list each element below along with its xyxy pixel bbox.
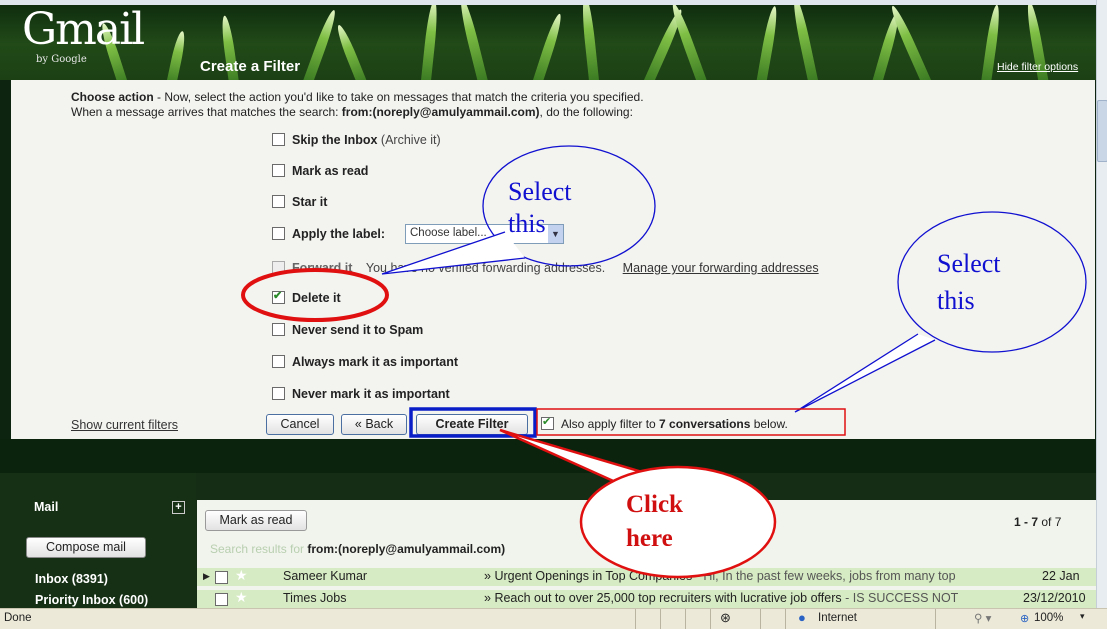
create-filter-button[interactable]: Create Filter [416,414,528,435]
delete-it-option[interactable]: Delete it [272,289,341,305]
star-it-option[interactable]: Star it [272,195,327,209]
sidebar-mail-heading: Mail [34,500,59,514]
annotation-2-line1: Select [937,249,1001,278]
mark-as-read-checkbox[interactable] [272,164,285,177]
row-sender: Sameer Kumar [283,569,368,583]
row-sender: Times Jobs [283,591,347,605]
apply-label-checkbox[interactable] [272,227,285,240]
row-checkbox[interactable] [215,593,228,606]
vertical-scrollbar[interactable] [1096,0,1107,608]
annotation-1-line1: Select [508,177,572,206]
table-row[interactable]: ★ Times Jobs » Reach out to over 25,000 … [197,589,1096,608]
gmail-logo: Gmail [22,4,145,55]
plus-icon[interactable]: + [172,501,185,514]
gmail-header [0,0,1096,80]
skip-inbox-option[interactable]: Skip the Inbox (Archive it) [272,133,441,147]
row-subject: » Urgent Openings in Top Companies - Hi,… [484,569,956,583]
gmail-logo-subtitle: by Google [36,54,87,65]
show-current-filters-link[interactable]: Show current filters [71,418,178,432]
row-checkbox[interactable] [215,571,228,584]
status-text: Done [4,612,32,624]
manage-forwarding-link[interactable]: Manage your forwarding addresses [623,261,819,275]
delete-it-checkbox[interactable] [272,289,285,304]
page-title: Create a Filter [200,58,301,75]
row-subject: » Reach out to over 25,000 top recruiter… [484,591,959,605]
annotation-2-line2: this [937,286,975,315]
zoom-dropdown-icon[interactable]: ▾ [1080,611,1085,622]
scrollbar-thumb[interactable] [1097,100,1107,162]
filter-intro: Choose action - Now, select the action y… [71,90,644,104]
back-button[interactable]: « Back [341,414,407,435]
row-date: 23/12/2010 [1023,591,1086,605]
forward-it-checkbox [272,261,285,274]
browser-top-strip [0,0,1096,5]
chevron-down-icon[interactable]: ▼ [548,225,563,243]
never-spam-option[interactable]: Never send it to Spam [272,323,423,337]
search-results-label: Search results for from:(noreply@amulyam… [210,542,506,556]
sidebar-item-priority-inbox[interactable]: Priority Inbox (600) [35,593,148,607]
pagination-count: 1 - 7 of 7 [1014,515,1062,529]
always-important-checkbox[interactable] [272,355,285,368]
star-icon[interactable]: ★ [235,567,248,584]
apply-label-option[interactable]: Apply the label: [272,227,385,241]
star-icon[interactable]: ★ [235,589,248,606]
browser-status-bar: Done ⊛ ● Internet ⚲ ▾ ⊕ 100% ▾ [0,608,1107,629]
mark-as-read-option[interactable]: Mark as read [272,164,368,178]
panel-divider [0,439,1096,473]
globe-icon: ● [798,610,806,625]
compose-mail-button[interactable]: Compose mail [26,537,146,558]
mark-as-read-button[interactable]: Mark as read [205,510,307,531]
annotation-click-line1: Click [626,491,683,518]
zoom-icon[interactable]: ⊕ [1020,612,1029,625]
sidebar-item-inbox[interactable]: Inbox (8391) [35,572,108,586]
hide-filter-options-link[interactable]: Hide filter options [997,61,1078,73]
never-important-option[interactable]: Never mark it as important [272,387,450,401]
never-important-checkbox[interactable] [272,387,285,400]
also-apply-checkbox[interactable] [541,415,554,430]
protected-mode-icon[interactable]: ⚲ ▾ [974,611,991,625]
row-date: 22 Jan [1042,569,1080,583]
filter-panel [11,80,1095,439]
privacy-icon[interactable]: ⊛ [720,610,731,626]
table-row[interactable]: ▶ ★ Sameer Kumar » Urgent Openings in To… [197,567,1096,586]
selected-row-arrow-icon: ▶ [203,571,210,581]
annotation-1-line2: this [508,209,546,238]
forward-it-option: Forward it You have no verified forwardi… [272,261,819,275]
skip-inbox-checkbox[interactable] [272,133,285,146]
star-it-checkbox[interactable] [272,195,285,208]
cancel-button[interactable]: Cancel [266,414,334,435]
security-zone: Internet [818,612,857,624]
filter-intro-line2: When a message arrives that matches the … [71,105,633,119]
also-apply-option[interactable]: Also apply filter to 7 conversations bel… [541,415,788,431]
always-important-option[interactable]: Always mark it as important [272,355,458,369]
annotation-click-line2: here [626,525,673,552]
never-spam-checkbox[interactable] [272,323,285,336]
zoom-level[interactable]: 100% [1034,612,1063,624]
